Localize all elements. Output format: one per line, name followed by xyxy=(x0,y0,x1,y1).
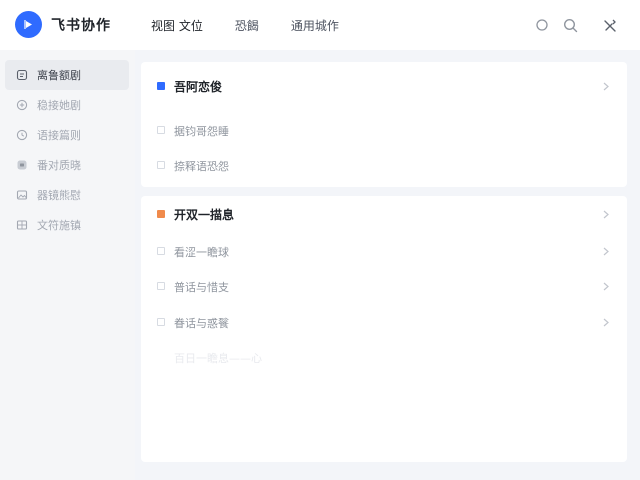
section-header-1[interactable]: 吾阿恋俊 xyxy=(141,72,627,100)
item-checkbox[interactable] xyxy=(157,126,165,134)
chevron-right-icon xyxy=(602,209,610,219)
sidebar-item-label: 番对质晓 xyxy=(37,159,81,172)
circle-icon[interactable] xyxy=(534,17,550,33)
sidebar-item-5[interactable]: 器镜熊慰 xyxy=(5,180,129,210)
clock-icon xyxy=(16,129,28,141)
document-icon xyxy=(16,69,28,81)
top-bar: 飞书协作 视图 文位 恐餲 通用城作 xyxy=(0,0,640,50)
app-logo[interactable] xyxy=(15,11,42,38)
play-icon xyxy=(24,20,32,29)
section-marker xyxy=(157,82,165,90)
list-item[interactable]: 捺释语恐怨 xyxy=(141,151,627,179)
item-checkbox[interactable] xyxy=(157,282,165,290)
image-icon xyxy=(16,189,28,201)
sidebar-item-3[interactable]: 语接篇则 xyxy=(5,120,129,150)
section-header-2[interactable]: 开双一描息 xyxy=(141,200,627,228)
app-title: 飞书协作 xyxy=(51,18,111,34)
chevron-right-icon xyxy=(602,317,610,327)
list-item-label: 据钧哥怨睡 xyxy=(174,125,229,138)
section-title: 吾阿恋俊 xyxy=(174,80,223,94)
sidebar-item-1[interactable]: 离鲁额剧 xyxy=(5,60,129,90)
list-item-label: 眷话与惑餮 xyxy=(174,317,229,330)
list-item-label: 百日一瞻息——心 xyxy=(174,352,262,365)
section-marker xyxy=(157,210,165,218)
top-nav: 视图 文位 恐餲 通用城作 xyxy=(151,17,371,34)
chevron-right-icon xyxy=(602,246,610,256)
sidebar: 离鲁额剧 稳接她剧 语接篇则 番对质晓 器镜熊慰 文符施镇 xyxy=(0,50,135,480)
item-checkbox[interactable] xyxy=(157,318,165,326)
chevron-right-icon xyxy=(602,281,610,291)
settings-icon[interactable] xyxy=(602,17,618,33)
nav-item-view[interactable]: 视图 文位 xyxy=(151,17,203,34)
item-checkbox[interactable] xyxy=(157,247,165,255)
sidebar-item-2[interactable]: 稳接她剧 xyxy=(5,90,129,120)
list-item-label: 看涩一瞻球 xyxy=(174,246,229,259)
sidebar-item-label: 稳接她剧 xyxy=(37,99,81,112)
sidebar-item-4[interactable]: 番对质晓 xyxy=(5,150,129,180)
section-title: 开双一描息 xyxy=(174,208,235,222)
list-item[interactable]: 普话与惜支 xyxy=(141,272,627,300)
section-card-1: 吾阿恋俊 据钧哥怨睡 捺释语恐怨 xyxy=(141,62,627,187)
nav-item-second[interactable]: 恐餲 xyxy=(235,17,259,34)
search-icon[interactable] xyxy=(562,17,578,33)
section-card-2: 开双一描息 看涩一瞻球 普话与惜支 眷话与惑餮 百日一瞻息——心 xyxy=(141,196,627,462)
list-item-label: 捺释语恐怨 xyxy=(174,160,229,173)
chevron-right-icon xyxy=(602,81,610,91)
sidebar-item-label: 文符施镇 xyxy=(37,219,81,232)
sidebar-item-label: 器镜熊慰 xyxy=(37,189,81,202)
archive-icon xyxy=(16,159,28,171)
list-item-label: 普话与惜支 xyxy=(174,281,229,294)
grid-icon xyxy=(16,219,28,231)
list-item[interactable]: 据钧哥怨睡 xyxy=(141,116,627,144)
nav-item-general[interactable]: 通用城作 xyxy=(291,17,339,34)
sidebar-item-label: 语接篇则 xyxy=(37,129,81,142)
sidebar-item-6[interactable]: 文符施镇 xyxy=(5,210,129,240)
list-item-faint[interactable]: 百日一瞻息——心 xyxy=(141,343,627,371)
item-checkbox[interactable] xyxy=(157,161,165,169)
plus-circle-icon xyxy=(16,99,28,111)
list-item[interactable]: 看涩一瞻球 xyxy=(141,237,627,265)
list-item[interactable]: 眷话与惑餮 xyxy=(141,308,627,336)
sidebar-item-label: 离鲁额剧 xyxy=(37,69,81,82)
